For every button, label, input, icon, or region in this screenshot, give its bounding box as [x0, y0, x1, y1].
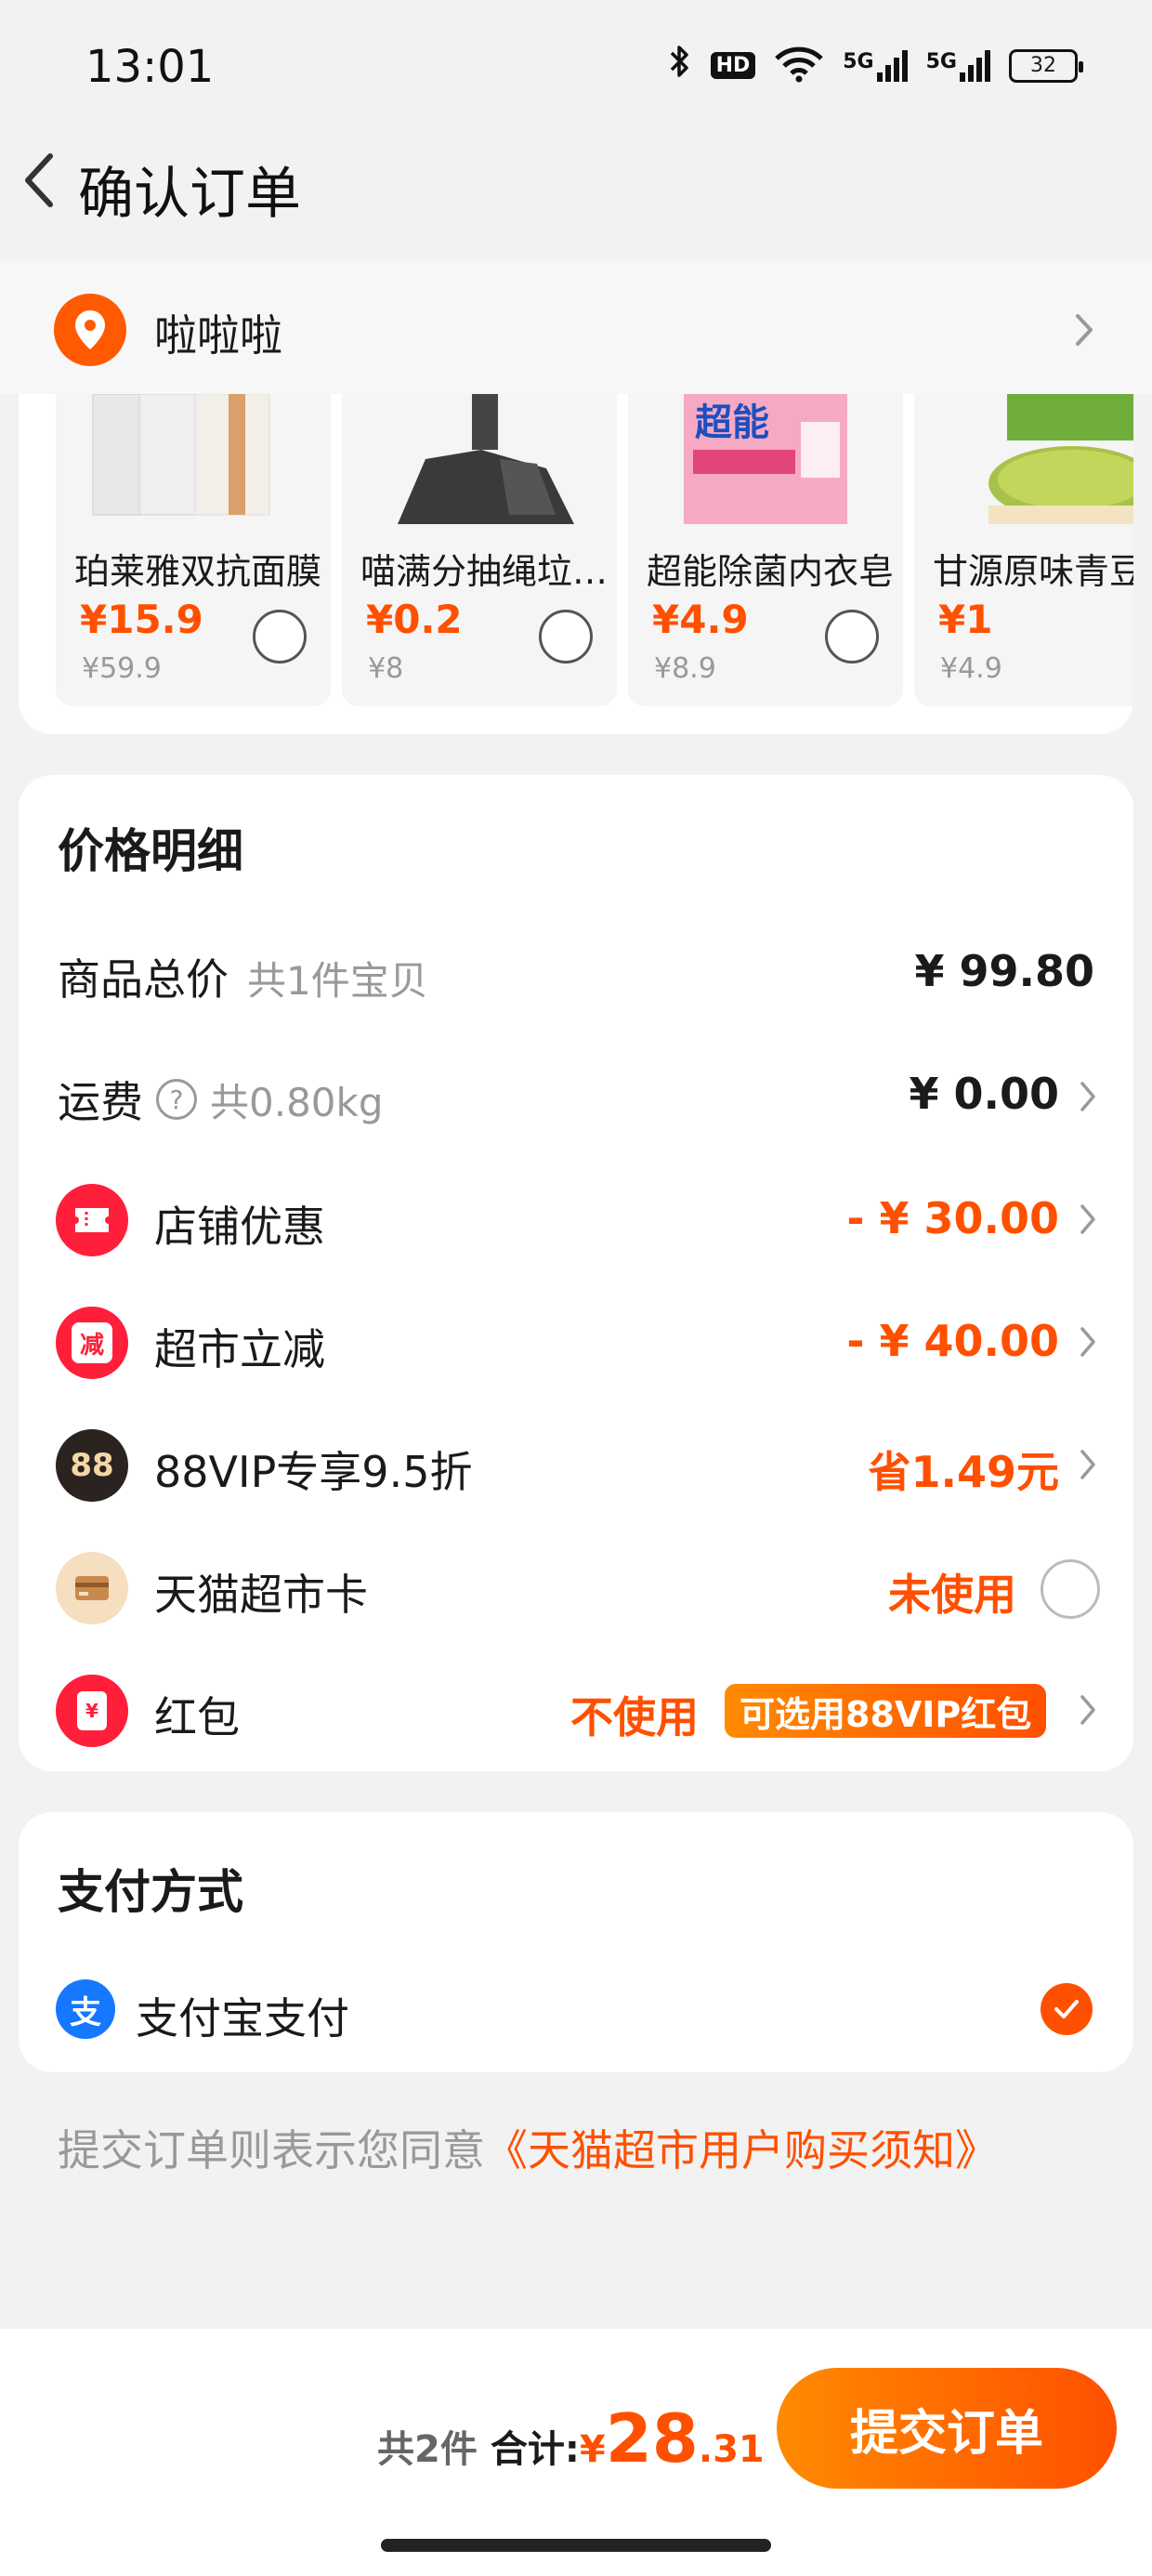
product-original-price: ¥59.9 [82, 652, 162, 685]
vip-red-packet-badge[interactable]: 可选用88VIP红包 [725, 1684, 1047, 1738]
total-dec: .31 [698, 2428, 765, 2471]
card-icon [56, 1552, 128, 1624]
product-price: ¥15.9 [80, 597, 203, 642]
product-name: 喵满分抽绳垃圾袋 [360, 551, 613, 592]
reduce-icon: 减 [56, 1307, 128, 1379]
total-label: 合计: [490, 2428, 580, 2471]
chevron-right-icon[interactable] [1078, 1323, 1098, 1360]
alipay-icon: 支 [56, 1979, 115, 2039]
product-card[interactable]: 超能 超能除菌内衣皂 ¥4.9 ¥8.9 [628, 394, 903, 706]
agreement-text: 提交订单则表示您同意《天猫超市用户购买须知》 [58, 2117, 998, 2178]
card-label: 天猫超市卡 [154, 1570, 368, 1620]
battery-icon: 32 [1009, 48, 1083, 83]
product-name: 超能除菌内衣皂 [647, 551, 895, 592]
red-packet-label: 红包 [154, 1692, 240, 1742]
payment-title: 支付方式 [58, 1865, 243, 1919]
shipping-label: 运费 [58, 1077, 143, 1127]
bluetooth-icon [668, 43, 692, 88]
address-text: 啦啦啦 [154, 310, 282, 361]
product-select-radio[interactable] [539, 610, 593, 664]
market-discount-value: - ¥ 40.00 [846, 1316, 1059, 1366]
chevron-right-icon[interactable] [1078, 1201, 1098, 1238]
price-detail-title: 价格明细 [58, 824, 243, 878]
chevron-right-icon[interactable] [1078, 1691, 1098, 1728]
market-discount-label: 超市立减 [154, 1324, 325, 1374]
product-price: ¥1 [938, 597, 993, 642]
products-card: 珀莱雅双抗面膜 ¥15.9 ¥59.9 喵满分抽绳垃圾袋 ¥0.2 ¥8 超能 … [19, 394, 1133, 734]
help-icon[interactable]: ? [156, 1079, 197, 1120]
product-original-price: ¥8.9 [654, 652, 716, 685]
vip-value: 省1.49元 [868, 1447, 1060, 1497]
total-int: 28 [605, 2399, 699, 2477]
home-indicator[interactable] [381, 2539, 771, 2552]
shipping-value: ¥ 0.00 [909, 1069, 1059, 1119]
subtotal-row: 商品总价 共1件宝贝 [58, 946, 428, 1007]
product-name: 珀莱雅双抗面膜 [74, 551, 322, 592]
shipping-sub: 共0.80kg [210, 1079, 384, 1125]
status-time: 13:01 [85, 41, 215, 93]
back-button[interactable] [13, 147, 69, 214]
wifi-icon [774, 46, 824, 86]
signal-icon-1: 5G [843, 49, 908, 82]
shop-discount-label: 店铺优惠 [154, 1202, 325, 1252]
submit-order-button[interactable]: 提交订单 [777, 2368, 1117, 2489]
hd-icon: HD [710, 52, 756, 79]
product-select-radio[interactable] [825, 610, 879, 664]
product-image: 超能 [684, 394, 847, 524]
product-card[interactable]: 珀莱雅双抗面膜 ¥15.9 ¥59.9 [56, 394, 331, 706]
coupon-icon [56, 1184, 128, 1256]
subtotal-sub: 共1件宝贝 [247, 958, 428, 1004]
product-original-price: ¥8 [368, 652, 404, 685]
product-select-radio[interactable] [253, 610, 307, 664]
product-price: ¥0.2 [366, 597, 463, 642]
total-summary: 共2件 合计: ¥ 28 .31 [377, 2399, 765, 2477]
product-image [398, 394, 574, 524]
product-name: 甘源原味青豆 [933, 551, 1133, 592]
card-value: 未使用 [888, 1570, 1016, 1620]
chevron-right-icon[interactable] [1078, 1078, 1098, 1115]
payment-method-label: 支付宝支付 [136, 1993, 349, 2044]
shop-discount-value: - ¥ 30.00 [846, 1193, 1059, 1243]
agreement-prefix: 提交订单则表示您同意 [58, 2125, 485, 2175]
svg-text:超能: 超能 [695, 401, 769, 444]
product-image [92, 394, 270, 516]
signal-icon-2: 5G [926, 49, 990, 82]
agreement-link[interactable]: 《天猫超市用户购买须知》 [485, 2125, 998, 2175]
page-title: 确认订单 [78, 162, 301, 227]
check-icon[interactable] [1041, 1983, 1093, 2035]
product-original-price: ¥4.9 [940, 652, 1002, 685]
card-select-radio[interactable] [1041, 1559, 1100, 1619]
chevron-right-icon[interactable] [1078, 1446, 1098, 1483]
product-card[interactable]: 喵满分抽绳垃圾袋 ¥0.2 ¥8 [342, 394, 617, 706]
vip-icon: 88 [56, 1429, 128, 1502]
total-currency: ¥ [579, 2428, 606, 2471]
product-card[interactable]: 甘源原味青豆 ¥1 ¥4.9 [914, 394, 1133, 706]
subtotal-value: ¥ 99.80 [914, 946, 1094, 996]
item-count: 共2件 [377, 2428, 478, 2471]
product-image [988, 394, 1133, 524]
chevron-left-icon [25, 153, 53, 207]
chevron-right-icon [1070, 307, 1098, 353]
vip-label: 88VIP专享9.5折 [154, 1447, 473, 1497]
shipping-row: 运费 ? 共0.80kg [58, 1069, 384, 1130]
subtotal-label: 商品总价 [58, 954, 229, 1005]
red-packet-value: 不使用 [570, 1692, 699, 1742]
status-icons: HD 5G 5G 32 [668, 43, 1083, 88]
product-price: ¥4.9 [652, 597, 749, 642]
red-packet-icon: ¥ [56, 1675, 128, 1747]
location-pin-icon [54, 294, 126, 366]
